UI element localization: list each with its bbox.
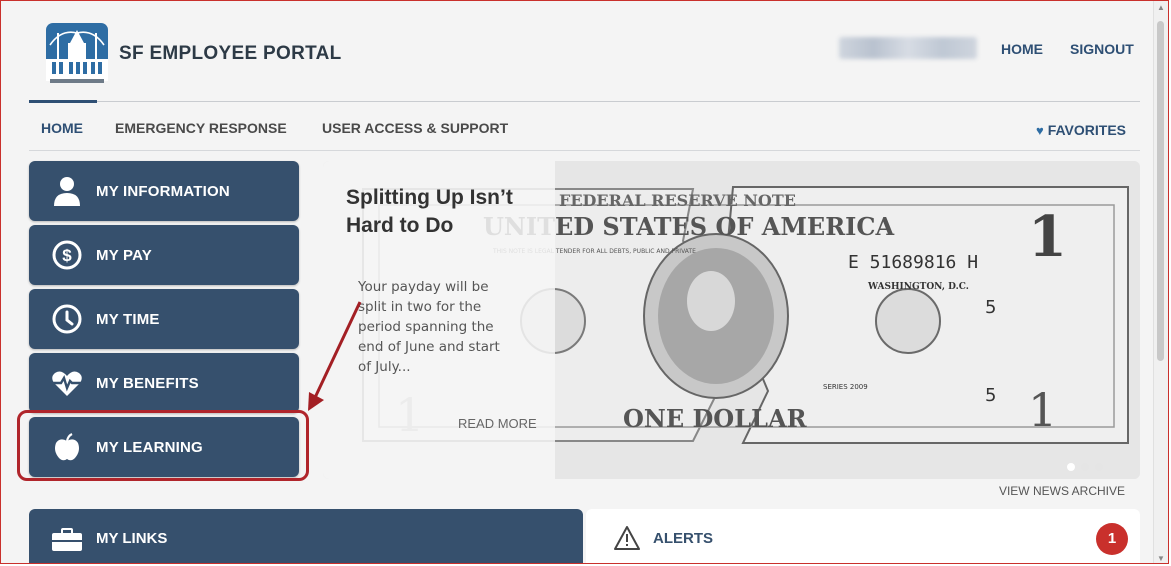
- favorites-link[interactable]: ♥ FAVORITES: [1036, 122, 1126, 138]
- carousel-indicators[interactable]: [1067, 458, 1109, 476]
- nav-divider: [29, 150, 1140, 151]
- carousel-dot[interactable]: [1095, 463, 1103, 471]
- svg-text:$: $: [62, 246, 72, 265]
- top-home-link[interactable]: HOME: [1001, 41, 1043, 57]
- svg-text:ONE DOLLAR: ONE DOLLAR: [623, 404, 808, 433]
- scroll-up-arrow-icon[interactable]: ▲: [1157, 3, 1165, 12]
- clock-icon: [52, 304, 82, 334]
- briefcase-icon: [52, 528, 82, 551]
- news-teaser: Your payday will be split in two for the…: [358, 279, 500, 375]
- carousel-dot[interactable]: [1067, 463, 1075, 471]
- svg-text:5: 5: [985, 385, 996, 406]
- alerts-panel[interactable]: ALERTS 1: [586, 509, 1140, 563]
- scroll-down-arrow-icon[interactable]: ▼: [1157, 554, 1165, 563]
- nav-user-access-support[interactable]: USER ACCESS & SUPPORT: [322, 120, 508, 136]
- alerts-count-badge: 1: [1096, 523, 1128, 555]
- svg-text:E 51689816 H: E 51689816 H: [848, 252, 978, 273]
- svg-text:SERIES 2009: SERIES 2009: [823, 383, 868, 391]
- svg-text:5: 5: [985, 297, 996, 318]
- annotation-arrow-icon: [308, 301, 362, 411]
- my-links-label: MY LINKS: [96, 530, 168, 547]
- menu-my-benefits[interactable]: MY BENEFITS: [29, 353, 299, 413]
- menu-my-time[interactable]: MY TIME: [29, 289, 299, 349]
- favorites-label: FAVORITES: [1047, 122, 1126, 138]
- menu-my-pay[interactable]: $ MY PAY: [29, 225, 299, 285]
- svg-text:1: 1: [1028, 383, 1057, 437]
- active-tab-indicator: [29, 100, 97, 103]
- menu-label: MY PAY: [96, 247, 152, 264]
- my-learning-highlight: [17, 410, 309, 481]
- user-name-blurred: [839, 37, 977, 59]
- portal-brand-title: SF EMPLOYEE PORTAL: [119, 43, 342, 64]
- svg-text:1: 1: [1028, 204, 1067, 270]
- svg-text:FEDERAL RESERVE NOTE: FEDERAL RESERVE NOTE: [559, 191, 796, 210]
- signout-link[interactable]: SIGNOUT: [1070, 41, 1134, 57]
- news-headline[interactable]: Splitting Up Isn’t Hard to Do: [346, 184, 536, 240]
- my-links-panel[interactable]: MY LINKS: [29, 509, 583, 563]
- warning-icon: [614, 526, 640, 550]
- city-hall-logo-icon[interactable]: [46, 23, 108, 85]
- scrollbar-thumb[interactable]: [1157, 21, 1164, 361]
- browser-frame: SF EMPLOYEE PORTAL HOME SIGNOUT HOME EME…: [0, 0, 1169, 564]
- person-icon: [54, 177, 80, 206]
- view-news-archive-link[interactable]: VIEW NEWS ARCHIVE: [999, 484, 1125, 498]
- header-divider: [29, 101, 1140, 102]
- menu-label: MY INFORMATION: [96, 183, 230, 200]
- nav-home[interactable]: HOME: [41, 120, 83, 136]
- menu-label: MY BENEFITS: [96, 375, 199, 392]
- svg-text:WASHINGTON, D.C.: WASHINGTON, D.C.: [867, 282, 969, 292]
- page-scrollbar[interactable]: ▲ ▼: [1153, 1, 1168, 563]
- read-more-link[interactable]: READ MORE: [458, 416, 537, 431]
- nav-emergency-response[interactable]: EMERGENCY RESPONSE: [115, 120, 287, 136]
- menu-label: MY TIME: [96, 311, 160, 328]
- menu-my-information[interactable]: MY INFORMATION: [29, 161, 299, 221]
- carousel-dot[interactable]: [1081, 463, 1089, 471]
- dollar-circle-icon: $: [52, 240, 82, 270]
- heart-icon: ♥: [1035, 123, 1044, 138]
- alerts-label: ALERTS: [653, 530, 713, 547]
- heartbeat-icon: [52, 371, 82, 396]
